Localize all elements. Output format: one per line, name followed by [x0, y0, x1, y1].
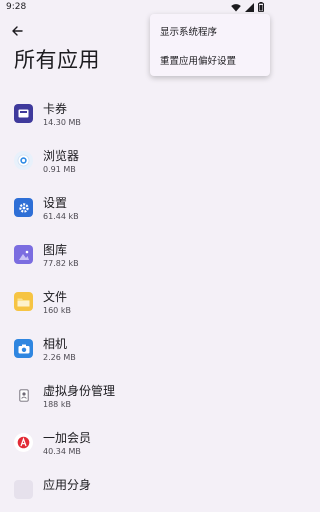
app-name: 应用分身: [43, 478, 92, 492]
app-item-files[interactable]: 文件 160 kB: [0, 284, 270, 324]
app-size: 40.34 MB: [43, 447, 81, 456]
app-clone-icon: [14, 480, 33, 499]
app-name: 卡券: [43, 102, 68, 116]
app-item-virtual-identity[interactable]: 虚拟身份管理 188 kB: [0, 378, 270, 418]
camera-icon: [14, 339, 33, 358]
app-size: 0.91 MB: [43, 165, 76, 174]
app-item-oneplus-member[interactable]: 一加会员 40.34 MB: [0, 425, 270, 465]
wallet-icon: [14, 104, 33, 123]
menu-item-show-system-apps[interactable]: 显示系统程序: [160, 24, 217, 38]
settings-gear-icon: [14, 198, 33, 217]
status-icons: [231, 2, 264, 12]
folder-icon: [14, 292, 33, 311]
app-size: 188 kB: [43, 400, 71, 409]
app-item-gallery[interactable]: 图库 77.82 kB: [0, 237, 270, 277]
app-size: 14.30 MB: [43, 118, 81, 127]
oneplus-member-icon: [14, 433, 33, 452]
app-item-camera[interactable]: 相机 2.26 MB: [0, 331, 270, 371]
back-button[interactable]: [6, 20, 28, 42]
page-title: 所有应用: [14, 48, 100, 72]
app-item-app-clone[interactable]: 应用分身: [0, 472, 270, 512]
wifi-icon: [231, 3, 241, 11]
battery-icon: [258, 2, 264, 12]
app-item-settings[interactable]: 设置 61.44 kB: [0, 190, 270, 230]
app-size: 160 kB: [43, 306, 71, 315]
app-item-browser[interactable]: 浏览器 0.91 MB: [0, 143, 270, 183]
app-item-wallet[interactable]: 卡券 14.30 MB: [0, 96, 270, 136]
app-size: 2.26 MB: [43, 353, 76, 362]
app-size: 77.82 kB: [43, 259, 79, 268]
app-name: 设置: [43, 196, 68, 210]
menu-item-reset-app-preferences[interactable]: 重置应用偏好设置: [160, 53, 236, 67]
app-name: 相机: [43, 337, 68, 351]
gallery-icon: [14, 245, 33, 264]
signal-icon: [245, 2, 254, 12]
app-size: 61.44 kB: [43, 212, 79, 221]
status-time: 9:28: [6, 2, 27, 12]
overflow-menu: 显示系统程序 重置应用偏好设置: [150, 14, 270, 76]
app-name: 虚拟身份管理: [43, 384, 116, 398]
app-name: 一加会员: [43, 431, 92, 445]
virtual-identity-icon: [14, 386, 33, 405]
app-name: 浏览器: [43, 149, 80, 163]
browser-icon: [14, 151, 33, 170]
app-name: 图库: [43, 243, 68, 257]
app-name: 文件: [43, 290, 68, 304]
back-arrow-icon: [12, 26, 23, 36]
